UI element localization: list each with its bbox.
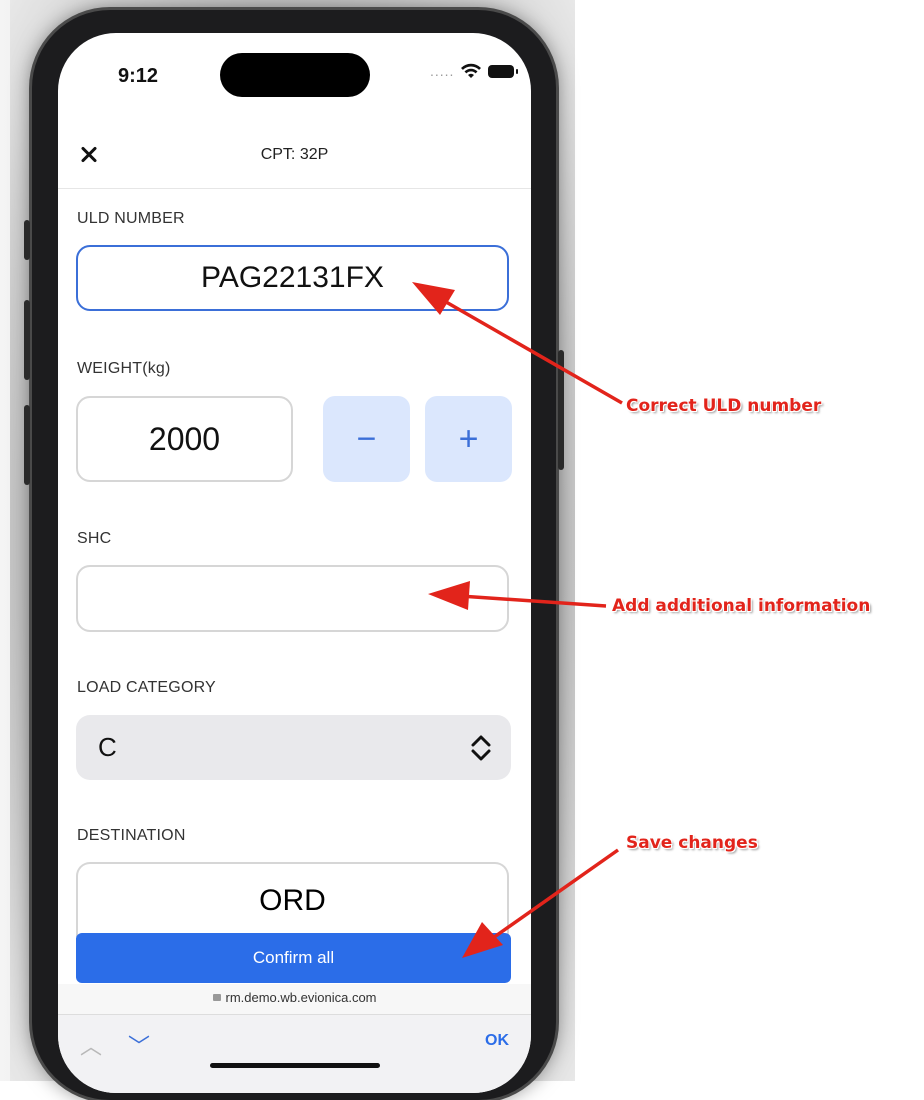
- shc-label: SHC: [77, 530, 112, 547]
- browser-url: rm.demo.wb.evionica.com: [225, 990, 377, 1005]
- uld-number-input[interactable]: PAG22131FX: [76, 245, 509, 311]
- mute-switch: [24, 220, 30, 260]
- power-button: [558, 350, 564, 470]
- lock-icon: [212, 994, 221, 1001]
- wifi-icon: [461, 63, 482, 78]
- chevron-up-down-icon: [471, 735, 491, 761]
- dynamic-island: [220, 53, 370, 97]
- next-field-icon[interactable]: ﹀: [128, 1029, 150, 1061]
- uld-number-label: ULD NUMBER: [77, 210, 185, 227]
- weight-label: WEIGHT(kg): [77, 360, 171, 377]
- page-title: CPT: 32P: [260, 146, 329, 163]
- volume-up-button: [24, 300, 30, 380]
- signal-dots: .....: [430, 63, 455, 79]
- annotation-add-info: Add additional information: [612, 596, 871, 616]
- destination-input[interactable]: ORD: [76, 862, 509, 937]
- annotation-correct-uld: Correct ULD number: [626, 396, 822, 416]
- weight-increment-button[interactable]: +: [425, 396, 512, 482]
- status-icons: .....: [430, 63, 519, 79]
- shc-input[interactable]: [76, 565, 509, 632]
- load-category-select[interactable]: C: [76, 715, 511, 780]
- load-category-label: LOAD CATEGORY: [77, 679, 216, 696]
- load-category-value: C: [98, 732, 117, 762]
- destination-label: DESTINATION: [77, 827, 186, 844]
- previous-field-icon[interactable]: ︿: [80, 1029, 102, 1061]
- confirm-all-button[interactable]: Confirm all: [76, 933, 511, 983]
- weight-decrement-button[interactable]: −: [323, 396, 410, 482]
- browser-url-bar[interactable]: rm.demo.wb.evionica.com: [58, 984, 531, 1014]
- annotation-save-changes: Save changes: [626, 833, 758, 853]
- keyboard-accessory-bar: ︿ ﹀ OK: [58, 1014, 531, 1093]
- battery-icon: [488, 64, 519, 78]
- volume-down-button: [24, 405, 30, 485]
- phone-screen: 9:12 ..... CPT: 32P ULD NUMBER PAG22131F…: [58, 33, 531, 1093]
- home-indicator: [210, 1063, 380, 1068]
- weight-input[interactable]: 2000: [76, 396, 293, 482]
- ok-button[interactable]: OK: [485, 1032, 509, 1050]
- modal-header: CPT: 32P: [58, 123, 531, 189]
- status-time: 9:12: [118, 65, 159, 87]
